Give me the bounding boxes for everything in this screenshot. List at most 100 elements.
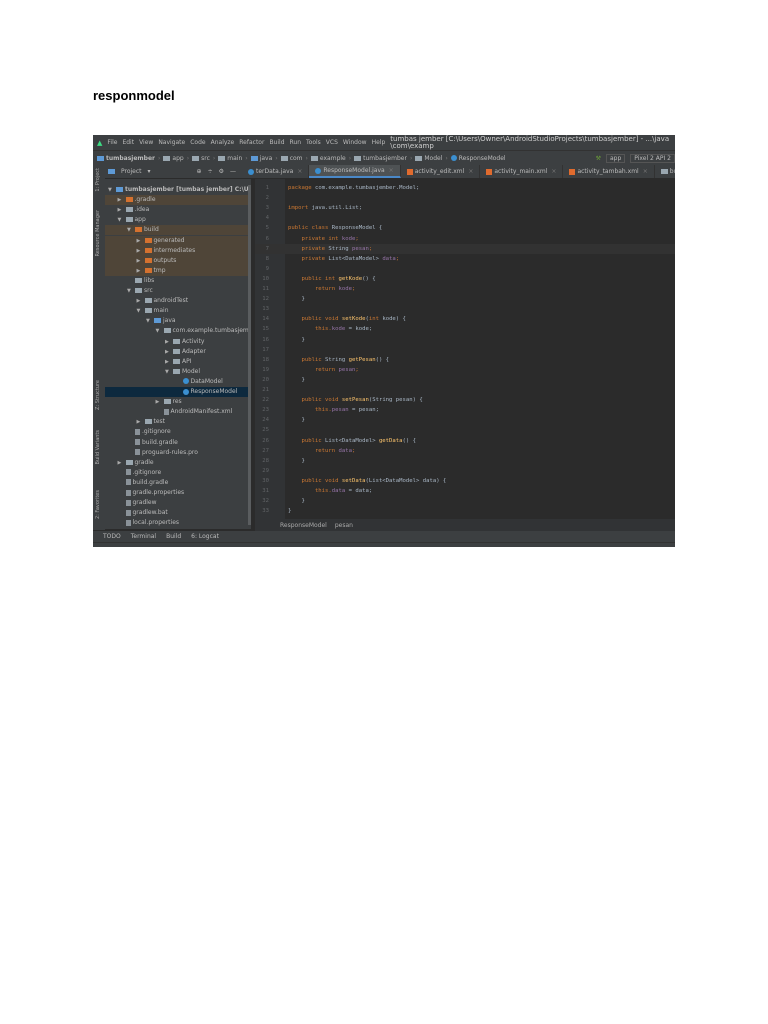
tree-item[interactable]: ▶ intermediates xyxy=(105,245,251,256)
tree-item[interactable]: build.gradle xyxy=(105,478,251,488)
close-tab-icon[interactable]: × xyxy=(389,167,394,174)
breadcrumb-item[interactable]: tumbasjember xyxy=(97,155,155,162)
device-select[interactable]: Pixel 2 API 2 xyxy=(630,153,675,163)
tool-terminal[interactable]: Terminal xyxy=(131,533,156,540)
menu-build[interactable]: Build xyxy=(269,139,284,146)
chevron-down-icon[interactable]: ▾ xyxy=(148,168,151,175)
menu-edit[interactable]: Edit xyxy=(122,139,134,146)
chevron-down-icon[interactable]: ▼ xyxy=(108,185,116,195)
side-tool-2[interactable]: Z: Structure xyxy=(95,380,101,410)
chevron-right-icon[interactable]: ▶ xyxy=(165,347,173,357)
menu-run[interactable]: Run xyxy=(290,139,302,146)
menu-code[interactable]: Code xyxy=(190,139,205,146)
tree-item[interactable]: .gitignore xyxy=(105,468,251,478)
tree-item[interactable]: ▶ .gradle xyxy=(105,195,251,206)
collapse-icon[interactable]: ÷ xyxy=(208,168,213,175)
chevron-right-icon[interactable]: ▶ xyxy=(118,195,126,205)
editor-tab[interactable]: build.gradle (ap× xyxy=(655,165,675,178)
hide-icon[interactable]: — xyxy=(230,168,236,175)
project-view-select[interactable]: Project xyxy=(121,168,142,175)
tree-item[interactable]: ▶ Activity xyxy=(105,337,251,347)
tool-logcat[interactable]: 6: Logcat xyxy=(191,533,219,540)
editor-tab[interactable]: activity_main.xml × xyxy=(480,165,564,178)
tree-item[interactable]: ▶ androidTest xyxy=(105,296,251,306)
tree-item[interactable]: local.properties xyxy=(105,518,251,528)
breadcrumb-item[interactable]: app xyxy=(163,155,184,162)
tree-item[interactable]: ▶ outputs xyxy=(105,255,251,266)
close-tab-icon[interactable]: × xyxy=(551,168,556,175)
tool-todo[interactable]: TODO xyxy=(103,533,121,540)
tree-item[interactable]: ▶ API xyxy=(105,357,251,367)
menu-tools[interactable]: Tools xyxy=(306,139,321,146)
chevron-down-icon[interactable]: ▼ xyxy=(146,316,154,326)
menu-refactor[interactable]: Refactor xyxy=(239,139,264,146)
breadcrumb-item[interactable]: main xyxy=(218,155,242,162)
tree-item[interactable]: ▼ build xyxy=(105,225,251,236)
chevron-right-icon[interactable]: ▶ xyxy=(156,397,164,407)
chevron-right-icon[interactable]: ▶ xyxy=(118,458,126,468)
chevron-right-icon[interactable]: ▶ xyxy=(137,417,145,427)
tree-item[interactable]: gradlew xyxy=(105,498,251,508)
breadcrumb-item[interactable]: ResponseModel xyxy=(450,155,506,162)
menu-analyze[interactable]: Analyze xyxy=(211,139,235,146)
menu-file[interactable]: File xyxy=(107,139,117,146)
locate-icon[interactable]: ⊕ xyxy=(197,168,202,175)
menu-navigate[interactable]: Navigate xyxy=(158,139,185,146)
chevron-down-icon[interactable]: ▼ xyxy=(118,215,126,225)
tree-item[interactable]: .gitignore xyxy=(105,427,251,437)
close-tab-icon[interactable]: × xyxy=(643,168,648,175)
editor-tab[interactable]: activity_edit.xml × xyxy=(401,165,481,178)
chevron-right-icon[interactable]: ▶ xyxy=(165,357,173,367)
breadcrumb-item[interactable]: tumbasjember xyxy=(354,155,407,162)
run-config-select[interactable]: app xyxy=(605,153,626,163)
tree-item[interactable]: ▶ tmp xyxy=(105,265,251,276)
breadcrumb-item[interactable]: com xyxy=(280,155,303,162)
hammer-icon[interactable]: ⚒ xyxy=(596,155,601,162)
tree-item[interactable]: ▼ src xyxy=(105,286,251,296)
chevron-right-icon[interactable]: ▶ xyxy=(137,266,145,276)
breadcrumb-item[interactable]: src xyxy=(192,155,210,162)
close-tab-icon[interactable]: × xyxy=(297,168,302,175)
tree-item[interactable]: build.gradle xyxy=(105,438,251,448)
tree-item[interactable]: ▶ res xyxy=(105,397,251,407)
tree-item[interactable]: ▼ java xyxy=(105,316,251,326)
side-tool-4[interactable]: 2: Favorites xyxy=(95,490,101,519)
chevron-down-icon[interactable]: ▼ xyxy=(137,306,145,316)
tree-item[interactable]: libs xyxy=(105,276,251,286)
code-editor[interactable]: 1 package com.example.tumbasjember.Model;… xyxy=(255,179,675,519)
menu-view[interactable]: View xyxy=(139,139,153,146)
tree-item[interactable]: ▼ Model xyxy=(105,367,251,377)
chevron-right-icon[interactable]: ▶ xyxy=(165,337,173,347)
tree-item[interactable]: gradle.properties xyxy=(105,488,251,498)
chevron-right-icon[interactable]: ▶ xyxy=(137,246,145,256)
chevron-down-icon[interactable]: ▼ xyxy=(127,286,135,296)
chevron-right-icon[interactable]: ▶ xyxy=(137,296,145,306)
editor-tab[interactable]: activity_tambah.xml × xyxy=(563,165,655,178)
menu-help[interactable]: Help xyxy=(372,139,386,146)
editor-tab[interactable]: terData.java × xyxy=(242,165,310,178)
tree-item[interactable]: proguard-rules.pro xyxy=(105,448,251,458)
breadcrumb-item[interactable]: java xyxy=(250,155,272,162)
tree-item[interactable]: ▶ gradle xyxy=(105,458,251,468)
tree-item[interactable]: DataModel xyxy=(105,377,251,387)
tree-item[interactable]: AndroidManifest.xml xyxy=(105,407,251,417)
close-tab-icon[interactable]: × xyxy=(468,168,473,175)
tool-build[interactable]: Build xyxy=(166,533,181,540)
tree-item[interactable]: ▶ Adapter xyxy=(105,347,251,357)
tree-item[interactable]: gradlew.bat xyxy=(105,508,251,518)
side-tool-3[interactable]: Build Variants xyxy=(95,430,101,464)
tree-item[interactable]: ▼ main xyxy=(105,306,251,316)
tree-item[interactable]: ▶ generated xyxy=(105,235,251,246)
menu-window[interactable]: Window xyxy=(343,139,367,146)
tree-item[interactable]: ResponseModel xyxy=(105,387,251,397)
editor-crumb-member[interactable]: pesan xyxy=(335,522,353,529)
tree-item[interactable]: ▼ app xyxy=(105,215,251,225)
menu-vcs[interactable]: VCS xyxy=(326,139,338,146)
tree-item[interactable]: ▼ com.example.tumbasjember xyxy=(105,326,252,336)
tree-scrollbar[interactable] xyxy=(248,185,251,525)
side-tool-1[interactable]: Resource Manager xyxy=(95,210,101,256)
breadcrumb-item[interactable]: example xyxy=(310,155,346,162)
chevron-right-icon[interactable]: ▶ xyxy=(118,205,126,215)
tree-item[interactable]: settings.gradle xyxy=(105,528,251,529)
side-tool-0[interactable]: 1: Project xyxy=(95,168,101,192)
